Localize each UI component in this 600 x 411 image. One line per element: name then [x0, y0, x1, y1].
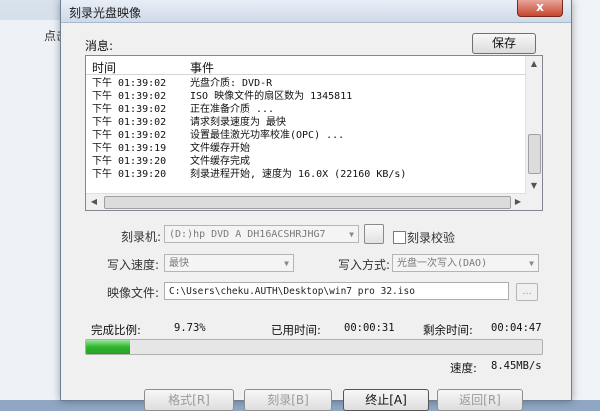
log-time: 下午 01:39:19	[92, 143, 167, 154]
log-vertical-scrollbar[interactable]: ▲ ▼	[525, 56, 542, 194]
scroll-thumb[interactable]	[528, 134, 541, 174]
log-time: 下午 01:39:02	[92, 91, 167, 102]
window-title: 刻录光盘映像	[69, 6, 142, 20]
log-rows: 下午 01:39:02 光盘介质: DVD-R 下午 01:39:02 ISO 映像…	[86, 77, 526, 195]
messages-label: 消息:	[85, 39, 114, 53]
column-header-time[interactable]: 时间	[92, 59, 116, 76]
log-horizontal-scrollbar[interactable]: ◀ ▶	[86, 193, 526, 210]
scroll-up-icon[interactable]: ▲	[526, 56, 542, 72]
log-row[interactable]: 下午 01:39:02 ISO 映像文件的扇区数为 1345811	[86, 90, 526, 103]
elapsed-value: 00:00:31	[344, 322, 395, 334]
image-file-input[interactable]: C:\Users\cheku.AUTH\Desktop\win7 pro 32.…	[164, 282, 509, 300]
abort-button[interactable]: 终止[A]	[343, 389, 429, 411]
burn-progress-fill	[86, 340, 130, 354]
verify-checkbox[interactable]	[393, 231, 406, 244]
log-time: 下午 01:39:20	[92, 156, 167, 167]
scrollbar-corner	[526, 194, 542, 210]
verify-label: 刻录校验	[407, 231, 456, 245]
scroll-thumb[interactable]	[104, 196, 511, 209]
log-row[interactable]: 下午 01:39:19 文件缓存开始	[86, 142, 526, 155]
log-event: 文件缓存完成	[190, 156, 250, 167]
speed-value: 8.45MB/s	[491, 360, 542, 372]
burn-button[interactable]: 刻录[B]	[244, 389, 332, 411]
chevron-down-icon: ▼	[349, 230, 354, 239]
log-row[interactable]: 下午 01:39:02 正在准备介质 ...	[86, 103, 526, 116]
log-row[interactable]: 下午 01:39:02 请求刻录速度为 最快	[86, 116, 526, 129]
elapsed-label: 已用时间:	[271, 323, 321, 337]
remaining-label: 剩余时间:	[423, 323, 473, 337]
log-row[interactable]: 下午 01:39:02 光盘介质: DVD-R	[86, 77, 526, 90]
log-event: 文件缓存开始	[190, 143, 250, 154]
burner-select-value: (D:)hp DVD A DH16ACSHRJHG7	[169, 229, 326, 240]
chevron-down-icon: ▼	[284, 259, 289, 268]
format-button[interactable]: 格式[R]	[144, 389, 234, 411]
log-event: ISO 映像文件的扇区数为 1345811	[190, 91, 353, 102]
title-bar[interactable]: 刻录光盘映像 x	[61, 0, 571, 23]
remaining-value: 00:04:47	[491, 322, 542, 334]
log-time: 下午 01:39:20	[92, 169, 167, 180]
burner-label: 刻录机:	[121, 230, 162, 244]
browse-button[interactable]: ...	[516, 283, 538, 301]
chevron-down-icon: ▼	[529, 259, 534, 268]
write-speed-value: 最快	[169, 258, 189, 269]
write-speed-select[interactable]: 最快 ▼	[164, 254, 294, 272]
burner-eject-button[interactable]	[364, 224, 384, 244]
log-time: 下午 01:39:02	[92, 130, 167, 141]
image-file-label: 映像文件:	[107, 286, 160, 300]
burn-progress-bar	[85, 339, 543, 355]
log-time: 下午 01:39:02	[92, 104, 167, 115]
log-row[interactable]: 下午 01:39:20 文件缓存完成	[86, 155, 526, 168]
log-event: 光盘介质: DVD-R	[190, 78, 273, 89]
log-row[interactable]: 下午 01:39:20 刻录进程开始, 速度为 16.0X (22160 KB/s…	[86, 168, 526, 181]
complete-value: 9.73%	[174, 322, 206, 334]
complete-label: 完成比例:	[91, 323, 141, 337]
log-event: 请求刻录速度为 最快	[190, 117, 287, 128]
message-log[interactable]: 时间 事件 下午 01:39:02 光盘介质: DVD-R 下午 01:39:02…	[85, 55, 543, 211]
log-header: 时间 事件	[86, 56, 526, 75]
column-header-event[interactable]: 事件	[190, 59, 214, 76]
log-event: 正在准备介质 ...	[190, 104, 275, 115]
write-mode-label: 写入方式:	[338, 258, 391, 272]
log-event: 刻录进程开始, 速度为 16.0X (22160 KB/s)	[190, 169, 407, 180]
write-speed-label: 写入速度:	[107, 258, 160, 272]
burn-image-dialog: 刻录光盘映像 x 消息: 保存 时间 事件 下午 01:39:02 光盘介质: D…	[60, 0, 572, 411]
close-button[interactable]: x	[517, 0, 563, 17]
log-row[interactable]: 下午 01:39:02 设置最佳激光功率校准(OPC) ...	[86, 129, 526, 142]
scroll-down-icon[interactable]: ▼	[526, 178, 542, 194]
back-button[interactable]: 返回[R]	[437, 389, 523, 411]
speed-label: 速度:	[450, 361, 477, 375]
save-log-button[interactable]: 保存	[472, 33, 536, 54]
scroll-left-icon[interactable]: ◀	[86, 194, 102, 210]
write-mode-select[interactable]: 光盘一次写入(DAO) ▼	[392, 254, 539, 272]
scroll-right-icon[interactable]: ▶	[510, 194, 526, 210]
log-time: 下午 01:39:02	[92, 78, 167, 89]
log-event: 设置最佳激光功率校准(OPC) ...	[190, 130, 345, 141]
burner-select[interactable]: (D:)hp DVD A DH16ACSHRJHG7 ▼	[164, 225, 359, 243]
log-time: 下午 01:39:02	[92, 117, 167, 128]
write-mode-value: 光盘一次写入(DAO)	[397, 258, 488, 269]
